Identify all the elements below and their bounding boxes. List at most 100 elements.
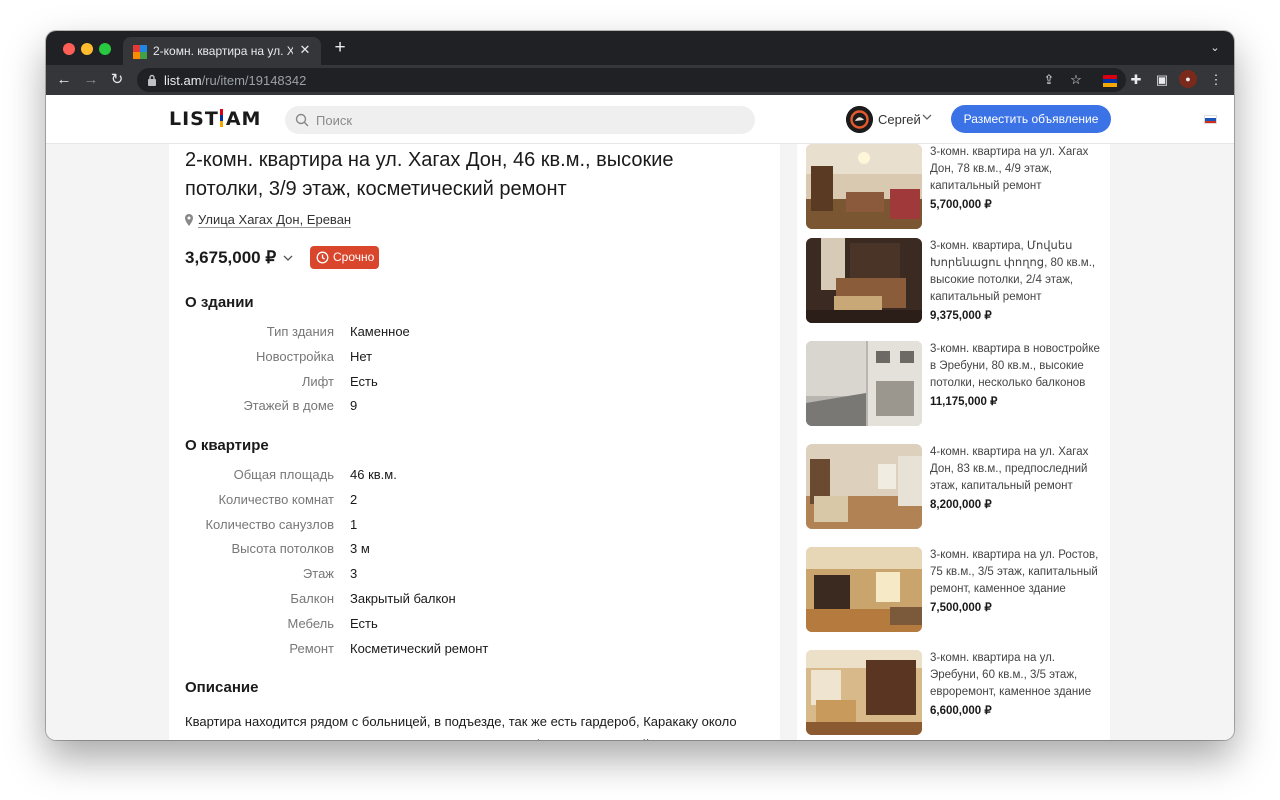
browser-menu-icon[interactable]: ⋮ (1206, 70, 1226, 90)
browser-tab[interactable]: 2-комн. квартира на ул. Хагах Дон ✕ (123, 37, 321, 65)
detail-value: Косметический ремонт (350, 640, 489, 656)
similar-listing-card[interactable]: 3-комн. квартира на ул. Ростов, 75 кв.м.… (797, 547, 1110, 643)
browser-toolbar: ← → ↻ list.am/ru/item/19148342 ⇪ ☆ (46, 65, 1234, 95)
search-input[interactable] (316, 106, 736, 134)
screen: 2-комн. квартира на ул. Хагах Дон ✕ + ⌄ … (0, 0, 1280, 800)
detail-label: Тип здания (266, 324, 334, 339)
currency-chevron-icon[interactable] (283, 254, 293, 262)
detail-value: 46 кв.м. (350, 467, 397, 482)
chevron-down-icon[interactable] (922, 112, 932, 122)
building-section-heading: О здании (185, 294, 254, 311)
detail-value: Есть (350, 615, 378, 631)
forward-icon[interactable]: → (81, 70, 101, 90)
language-flag-icon[interactable] (1204, 115, 1217, 124)
detail-label: Балкон (290, 591, 334, 606)
detail-label: Лифт (301, 373, 334, 389)
listing-thumbnail[interactable] (806, 144, 922, 229)
listing-thumbnail[interactable] (806, 444, 922, 529)
tab-search-icon[interactable]: ⌄ (1208, 41, 1222, 55)
logo-mark-icon (219, 109, 223, 127)
detail-value: Нет (350, 348, 373, 364)
similar-listing-title[interactable]: 3-комн. квартира на ул. Ростов, 75 кв.м.… (930, 547, 1102, 598)
listing-thumbnail[interactable] (806, 547, 922, 632)
tab-title: 2-комн. квартира на ул. Хагах Дон (153, 44, 293, 58)
detail-row: Мебель Есть (169, 616, 769, 636)
similar-listing-price: 8,200,000 ₽ (930, 499, 992, 511)
search-box[interactable] (285, 106, 755, 134)
detail-label: Количество комнат (218, 491, 334, 507)
detail-label: Количество санузлов (205, 516, 334, 532)
detail-row: Количество санузлов 1 (169, 517, 769, 537)
side-panel-icon[interactable]: ▣ (1152, 70, 1172, 90)
detail-value: 1 (350, 516, 358, 532)
listing-thumbnail[interactable] (806, 238, 922, 323)
url-text: list.am/ru/item/19148342 (164, 73, 307, 88)
clock-urgent-icon (316, 251, 329, 264)
listing-thumbnail[interactable] (806, 650, 922, 735)
similar-listing-card[interactable]: 3-комн. квартира в новостройке в Эребуни… (797, 341, 1110, 437)
reload-icon[interactable]: ↻ (107, 70, 127, 90)
detail-label: Общая площадь (233, 467, 334, 482)
site-header: LISTAM Сергей (46, 95, 1234, 144)
back-icon[interactable]: ← (54, 70, 74, 90)
detail-label: Новостройка (256, 348, 334, 364)
profile-avatar-icon[interactable]: ● (1179, 70, 1197, 88)
lock-icon (148, 74, 156, 86)
search-icon (295, 113, 309, 127)
similar-listing-title[interactable]: 3-комн. квартира в новостройке в Эребуни… (930, 341, 1102, 392)
description-text: Квартира находится рядом с больницей, в … (185, 714, 737, 740)
room-photo (806, 144, 922, 229)
close-tab-icon[interactable]: ✕ (297, 42, 313, 58)
listing-thumbnail[interactable] (806, 341, 922, 426)
similar-listing-title[interactable]: 3-комн. квартира на ул. Хагах Дон, 78 кв… (930, 144, 1102, 195)
minimize-window-button[interactable] (81, 43, 93, 55)
username[interactable]: Сергей (878, 112, 921, 127)
detail-value: 3 (350, 566, 358, 582)
similar-listing-price: 11,175,000 ₽ (930, 396, 998, 408)
user-avatar[interactable] (846, 106, 873, 133)
similar-listings: 3-комн. квартира на ул. Хагах Дон, 78 кв… (797, 144, 1110, 740)
detail-label: Этажей в доме (243, 398, 334, 414)
similar-listing-card[interactable]: 4-комн. квартира на ул. Хагах Дон, 83 кв… (797, 444, 1110, 540)
site-logo[interactable]: LIST AM (169, 108, 261, 130)
apartment-section-heading: О квартире (185, 437, 269, 454)
detail-value: Каменное (350, 324, 410, 339)
similar-listing-card[interactable]: 3-комн. квартира на ул. Хагах Дон, 78 кв… (797, 144, 1110, 240)
room-photo (806, 547, 922, 632)
close-window-button[interactable] (63, 43, 75, 55)
room-photo (806, 238, 922, 323)
similar-listing-title[interactable]: 3-комн. квартира, Մովսես Խորենացու փողոց… (930, 238, 1102, 306)
web-page: LISTAM Сергей (46, 95, 1234, 740)
detail-value: Есть (350, 373, 378, 389)
detail-row: Тип здания Каменное (169, 324, 769, 344)
avatar-image (846, 106, 873, 133)
address-link[interactable]: Улица Хагах Дон, Ереван (198, 212, 352, 228)
post-ad-button[interactable]: Разместить объявление (951, 105, 1111, 133)
detail-value: 9 (350, 398, 358, 414)
detail-row: Лифт Есть (169, 374, 769, 394)
location-pin-icon (185, 214, 193, 226)
armenian-flag-extension-icon[interactable] (1103, 75, 1117, 87)
detail-row: Новостройка Нет (169, 349, 769, 369)
maximize-window-button[interactable] (99, 43, 111, 55)
detail-row: Этаж 3 (169, 566, 769, 586)
bookmark-star-icon[interactable]: ☆ (1066, 70, 1086, 90)
favicon-icon (133, 45, 147, 59)
detail-label: Мебель (287, 615, 334, 631)
similar-listing-card[interactable]: 3-комн. квартира на ул. Эребуни, 60 кв.м… (797, 650, 1110, 740)
share-icon[interactable]: ⇪ (1039, 70, 1059, 90)
browser-tabbar: 2-комн. квартира на ул. Хагах Дон ✕ + ⌄ (46, 31, 1234, 65)
room-photo (806, 444, 922, 529)
similar-listing-title[interactable]: 4-комн. квартира на ул. Хагах Дон, 83 кв… (930, 444, 1102, 495)
detail-row: Ремонт Косметический ремонт (169, 641, 769, 661)
extensions-puzzle-icon[interactable]: ✚ (1126, 70, 1146, 90)
detail-row: Этажей в доме 9 (169, 398, 769, 418)
address-bar[interactable]: list.am/ru/item/19148342 (137, 68, 1126, 92)
listing-price: 3,675,000 ₽ (185, 248, 277, 267)
detail-label: Высота потолков (231, 541, 334, 557)
new-tab-icon[interactable]: + (331, 38, 349, 57)
similar-listing-title[interactable]: 3-комн. квартира на ул. Эребуни, 60 кв.м… (930, 650, 1102, 701)
browser-window: 2-комн. квартира на ул. Хагах Дон ✕ + ⌄ … (46, 31, 1234, 740)
similar-listing-card[interactable]: 3-комн. квартира, Մովսես Խորենացու փողոց… (797, 238, 1110, 334)
room-photo (806, 650, 922, 735)
